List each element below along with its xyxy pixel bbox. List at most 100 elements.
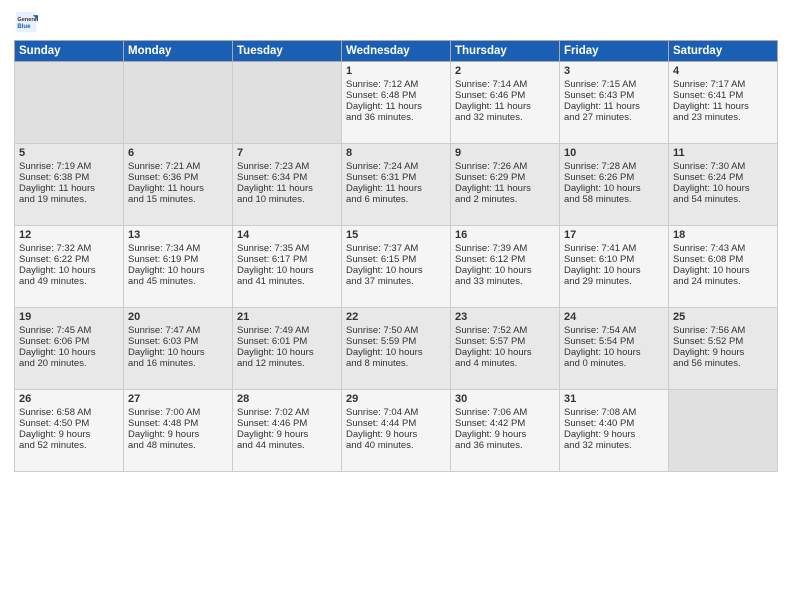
cell-content-line: and 56 minutes. xyxy=(673,358,773,369)
cell-content-line: and 36 minutes. xyxy=(455,440,555,451)
day-number: 23 xyxy=(455,311,555,323)
cell-content-line: Daylight: 10 hours xyxy=(128,347,228,358)
cell-content-line: Daylight: 10 hours xyxy=(564,265,664,276)
cell-content-line: Sunset: 6:43 PM xyxy=(564,90,664,101)
cell-content-line: and 44 minutes. xyxy=(237,440,337,451)
cell-content-line: and 36 minutes. xyxy=(346,112,446,123)
cell-content-line: Daylight: 10 hours xyxy=(673,183,773,194)
day-cell-31: 31Sunrise: 7:08 AMSunset: 4:40 PMDayligh… xyxy=(560,390,669,472)
cell-content-line: Sunrise: 7:08 AM xyxy=(564,407,664,418)
cell-content-line: Daylight: 11 hours xyxy=(455,183,555,194)
day-cell-23: 23Sunrise: 7:52 AMSunset: 5:57 PMDayligh… xyxy=(451,308,560,390)
cell-content-line: and 16 minutes. xyxy=(128,358,228,369)
cell-content-line: Sunset: 6:12 PM xyxy=(455,254,555,265)
cell-content-line: Sunrise: 7:52 AM xyxy=(455,325,555,336)
cell-content-line: Sunrise: 7:04 AM xyxy=(346,407,446,418)
day-number: 14 xyxy=(237,229,337,241)
cell-content-line: Sunset: 4:46 PM xyxy=(237,418,337,429)
day-number: 20 xyxy=(128,311,228,323)
day-number: 29 xyxy=(346,393,446,405)
page-header: General Blue xyxy=(14,10,778,34)
cell-content-line: Sunset: 6:08 PM xyxy=(673,254,773,265)
cell-content-line: and 37 minutes. xyxy=(346,276,446,287)
cell-content-line: Sunset: 6:38 PM xyxy=(19,172,119,183)
cell-content-line: Sunset: 6:41 PM xyxy=(673,90,773,101)
cell-content-line: Sunset: 5:59 PM xyxy=(346,336,446,347)
cell-content-line: Daylight: 9 hours xyxy=(128,429,228,440)
cell-content-line: Sunset: 6:48 PM xyxy=(346,90,446,101)
cell-content-line: Daylight: 9 hours xyxy=(346,429,446,440)
day-number: 11 xyxy=(673,147,773,159)
day-cell-20: 20Sunrise: 7:47 AMSunset: 6:03 PMDayligh… xyxy=(124,308,233,390)
day-number: 2 xyxy=(455,65,555,77)
day-number: 10 xyxy=(564,147,664,159)
day-cell-6: 6Sunrise: 7:21 AMSunset: 6:36 PMDaylight… xyxy=(124,144,233,226)
cell-content-line: Sunset: 6:29 PM xyxy=(455,172,555,183)
cell-content-line: Daylight: 11 hours xyxy=(564,101,664,112)
cell-content-line: Daylight: 9 hours xyxy=(673,347,773,358)
day-cell-1: 1Sunrise: 7:12 AMSunset: 6:48 PMDaylight… xyxy=(342,62,451,144)
empty-cell xyxy=(233,62,342,144)
cell-content-line: Sunset: 6:06 PM xyxy=(19,336,119,347)
cell-content-line: Sunrise: 7:24 AM xyxy=(346,161,446,172)
week-row-4: 19 Sunrise: 7:45 AMSunset: 6:06 PM Dayligh… xyxy=(15,308,778,390)
cell-content-line: Daylight: 10 hours xyxy=(564,183,664,194)
cell-content-line: Daylight: 10 hours xyxy=(237,265,337,276)
cell-content-line: Sunset: 6:24 PM xyxy=(673,172,773,183)
cell-content-line: Daylight: 11 hours xyxy=(128,183,228,194)
cell-content-line: Daylight: 10 hours xyxy=(455,265,555,276)
day-number: 19 xyxy=(19,311,119,323)
cell-content-line: and 19 minutes. xyxy=(19,194,119,205)
day-cell-9: 9Sunrise: 7:26 AMSunset: 6:29 PMDaylight… xyxy=(451,144,560,226)
svg-text:Blue: Blue xyxy=(17,24,31,30)
cell-content-line: and 12 minutes. xyxy=(237,358,337,369)
cell-content-line: Sunrise: 7:35 AM xyxy=(237,243,337,254)
day-number: 26 xyxy=(19,393,119,405)
cell-content-line: and 10 minutes. xyxy=(237,194,337,205)
cell-content-line: Sunrise: 7:45 AM xyxy=(19,325,119,336)
day-number: 21 xyxy=(237,311,337,323)
cell-content-line: Daylight: 9 hours xyxy=(237,429,337,440)
day-number: 24 xyxy=(564,311,664,323)
day-cell-15: 15Sunrise: 7:37 AMSunset: 6:15 PMDayligh… xyxy=(342,226,451,308)
cell-content-line: and 32 minutes. xyxy=(455,112,555,123)
cell-content-line: Sunrise: 7:19 AM xyxy=(19,161,119,172)
day-number: 9 xyxy=(455,147,555,159)
cell-content-line: Daylight: 9 hours xyxy=(564,429,664,440)
cell-content-line: Daylight: 11 hours xyxy=(346,101,446,112)
cell-content-line: Daylight: 10 hours xyxy=(346,265,446,276)
cell-content-line: Sunrise: 7:37 AM xyxy=(346,243,446,254)
cell-content-line: Sunset: 6:31 PM xyxy=(346,172,446,183)
calendar-body: 1Sunrise: 7:12 AMSunset: 6:48 PMDaylight… xyxy=(15,62,778,472)
week-row-2: 5Sunrise: 7:19 AMSunset: 6:38 PMDaylight… xyxy=(15,144,778,226)
cell-content-line: Sunset: 4:44 PM xyxy=(346,418,446,429)
day-cell-27: 27Sunrise: 7:00 AMSunset: 4:48 PMDayligh… xyxy=(124,390,233,472)
day-cell-14: 14Sunrise: 7:35 AMSunset: 6:17 PMDayligh… xyxy=(233,226,342,308)
day-cell-24: 24Sunrise: 7:54 AMSunset: 5:54 PMDayligh… xyxy=(560,308,669,390)
cell-content-line: Sunset: 6:26 PM xyxy=(564,172,664,183)
cell-content-line: Sunset: 6:10 PM xyxy=(564,254,664,265)
cell-content-line: Sunrise: 6:58 AM xyxy=(19,407,119,418)
day-number: 6 xyxy=(128,147,228,159)
day-cell-5: 5Sunrise: 7:19 AMSunset: 6:38 PMDaylight… xyxy=(15,144,124,226)
day-cell-10: 10Sunrise: 7:28 AMSunset: 6:26 PMDayligh… xyxy=(560,144,669,226)
cell-content-line: Sunrise: 7:15 AM xyxy=(564,79,664,90)
day-cell-29: 29 Sunrise: 7:04 AMSunset: 4:44 PMDayligh… xyxy=(342,390,451,472)
day-header-thursday: Thursday xyxy=(451,41,560,62)
cell-content-line: and 29 minutes. xyxy=(564,276,664,287)
svg-text:General: General xyxy=(17,17,38,23)
day-header-tuesday: Tuesday xyxy=(233,41,342,62)
day-number: 25 xyxy=(673,311,773,323)
day-number: 8 xyxy=(346,147,446,159)
cell-content-line: and 45 minutes. xyxy=(128,276,228,287)
empty-cell xyxy=(124,62,233,144)
cell-content-line: Sunrise: 7:50 AM xyxy=(346,325,446,336)
cell-content-line: and 0 minutes. xyxy=(564,358,664,369)
day-cell-8: 8Sunrise: 7:24 AMSunset: 6:31 PMDaylight… xyxy=(342,144,451,226)
day-header-sunday: Sunday xyxy=(15,41,124,62)
cell-content-line: Sunrise: 7:56 AM xyxy=(673,325,773,336)
cell-content-line: Sunset: 4:40 PM xyxy=(564,418,664,429)
cell-content-line: Sunrise: 7:23 AM xyxy=(237,161,337,172)
cell-content-line: Sunrise: 7:32 AM xyxy=(19,243,119,254)
logo: General Blue xyxy=(14,10,42,34)
